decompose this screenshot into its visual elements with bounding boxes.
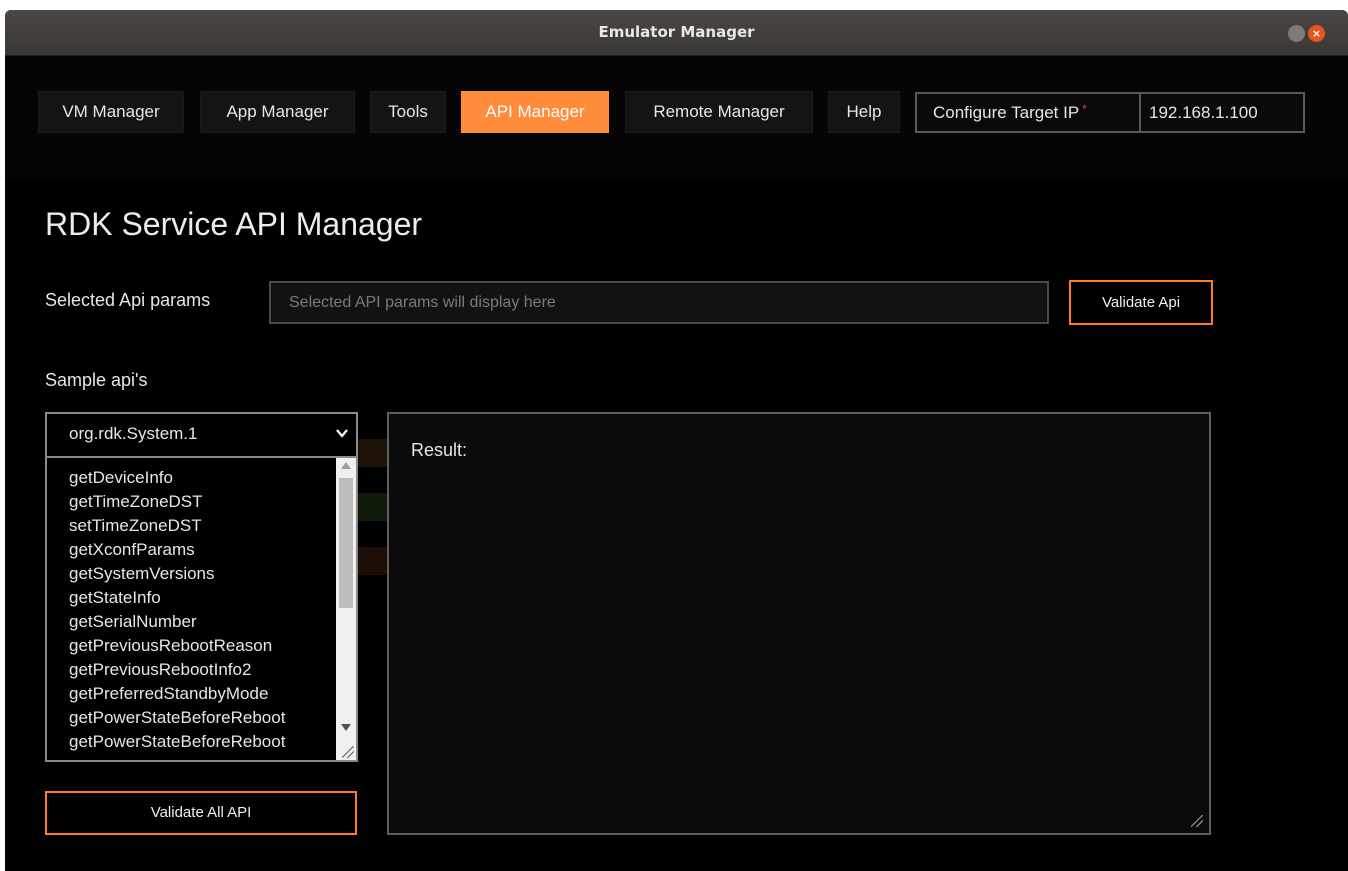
target-ip-label-text: Configure Target IP: [933, 103, 1080, 122]
sample-apis-label: Sample api's: [45, 370, 148, 390]
scroll-down-arrow-icon[interactable]: [341, 724, 351, 731]
nav-app-manager[interactable]: App Manager: [200, 91, 355, 133]
api-list-item[interactable]: getPowerStateBeforeReboot: [69, 706, 339, 730]
target-ip-input[interactable]: [1141, 94, 1303, 131]
api-list-item[interactable]: getPreviousRebootInfo2: [69, 658, 339, 682]
api-list-item[interactable]: getTimeZoneDST: [69, 490, 339, 514]
resize-grip-icon[interactable]: [342, 746, 354, 758]
service-select-value: org.rdk.System.1: [69, 424, 198, 443]
window-title: Emulator Manager: [598, 23, 755, 41]
close-button[interactable]: ×: [1308, 25, 1325, 42]
nav-tools[interactable]: Tools: [370, 91, 446, 133]
api-list-items: getDeviceInfo getTimeZoneDST setTimeZoneDS…: [69, 466, 339, 754]
target-ip-group: Configure Target IP *: [915, 92, 1305, 133]
top-navbar: VM Manager App Manager Tools API Manager…: [5, 56, 1348, 181]
result-label: Result:: [411, 440, 468, 460]
api-list-item[interactable]: getPreferredStandbyMode: [69, 682, 339, 706]
api-list-item[interactable]: getSerialNumber: [69, 610, 339, 634]
minimize-button[interactable]: [1288, 25, 1305, 42]
scroll-thumb[interactable]: [339, 478, 353, 608]
nav-help[interactable]: Help: [828, 91, 900, 133]
nav-vm-manager[interactable]: VM Manager: [38, 91, 184, 133]
selected-params-input[interactable]: [269, 281, 1049, 324]
page-title: RDK Service API Manager: [45, 206, 423, 242]
nav-remote-manager[interactable]: Remote Manager: [625, 91, 813, 133]
api-list-item[interactable]: getDeviceInfo: [69, 466, 339, 490]
main-content: VM Manager App Manager Tools API Manager…: [5, 56, 1348, 871]
emulator-manager-window: Emulator Manager × VM Manager App Manage…: [5, 10, 1348, 871]
title-bar[interactable]: Emulator Manager ×: [5, 10, 1348, 56]
validate-all-api-button[interactable]: Validate All API: [45, 791, 357, 835]
nav-api-manager[interactable]: API Manager: [461, 91, 609, 133]
api-list[interactable]: getDeviceInfo getTimeZoneDST setTimeZoneDS…: [45, 456, 358, 762]
api-list-item[interactable]: getPreviousRebootReason: [69, 634, 339, 658]
api-list-scrollbar[interactable]: [336, 458, 356, 760]
scroll-up-arrow-icon[interactable]: [341, 462, 351, 469]
api-list-item[interactable]: getXconfParams: [69, 538, 339, 562]
target-ip-label: Configure Target IP *: [933, 94, 1087, 131]
result-area[interactable]: Result:: [387, 412, 1211, 835]
selected-params-label: Selected Api params: [45, 290, 211, 310]
api-list-item[interactable]: getSystemVersions: [69, 562, 339, 586]
api-list-item[interactable]: getPowerStateBeforeReboot: [69, 730, 339, 754]
validate-api-button[interactable]: Validate Api: [1069, 280, 1213, 325]
required-mark: *: [1082, 102, 1087, 116]
resize-grip-icon[interactable]: [1191, 815, 1203, 827]
api-list-item[interactable]: getStateInfo: [69, 586, 339, 610]
service-select[interactable]: org.rdk.System.1: [45, 412, 358, 456]
api-list-item[interactable]: setTimeZoneDST: [69, 514, 339, 538]
